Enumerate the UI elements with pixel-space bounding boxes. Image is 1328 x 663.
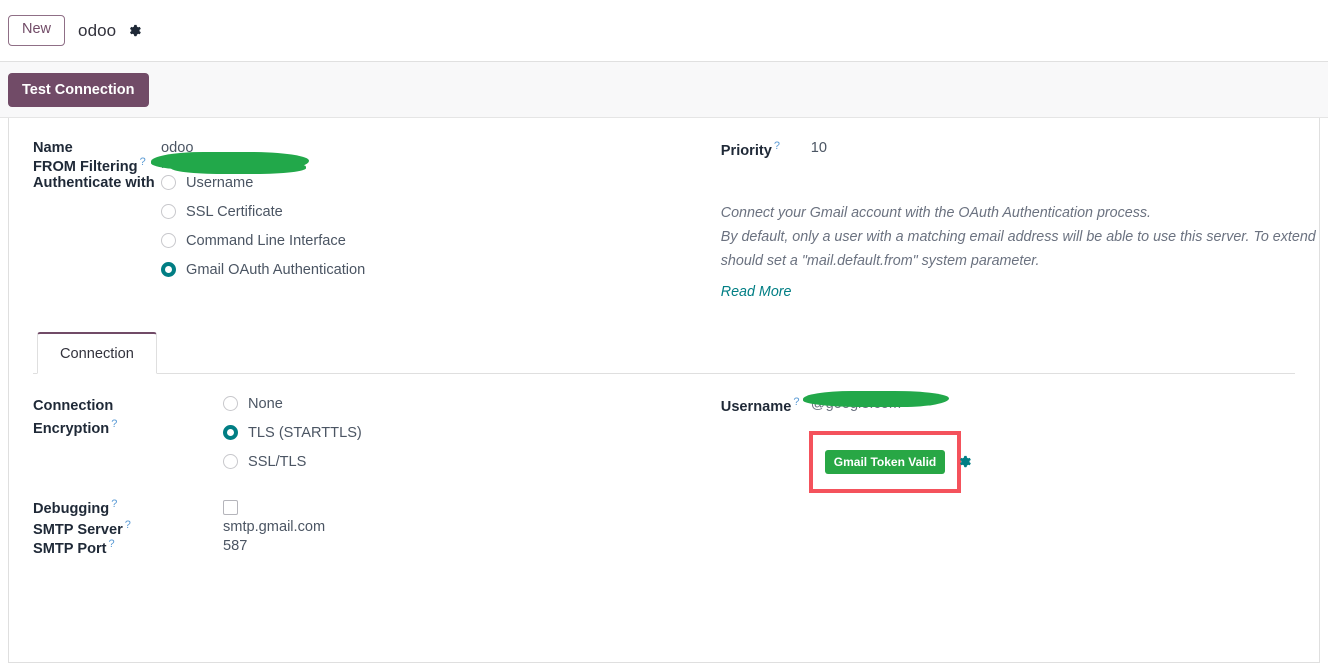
redacted-from-filtering: name@example.com	[151, 152, 309, 175]
field-row-smtp-port: SMTP Port? 587	[33, 538, 711, 557]
radio-label: None	[248, 395, 283, 412]
field-row-name: Name odoo	[33, 140, 711, 156]
radio-indicator-selected[interactable]	[223, 425, 238, 441]
control-panel: Test Connection	[0, 62, 1328, 118]
smtp-port-label: SMTP Port?	[33, 538, 161, 557]
radio-indicator[interactable]	[223, 454, 238, 470]
notebook-tabs: Connection	[33, 331, 1295, 374]
debugging-label-text: Debugging	[33, 500, 110, 517]
radio-encryption-ssl-tls[interactable]: SSL/TLS	[223, 454, 711, 470]
radio-indicator[interactable]	[161, 175, 176, 191]
radio-indicator[interactable]	[161, 204, 176, 220]
radio-ssl-certificate[interactable]: SSL Certificate	[161, 204, 711, 220]
from-filtering-label: FROM Filtering?	[33, 156, 161, 175]
oauth-help-text: Connect your Gmail account with the OAut…	[720, 201, 1320, 304]
connection-encryption-label-line2: Encryption	[33, 420, 110, 437]
priority-label-text: Priority	[720, 142, 772, 159]
help-icon[interactable]: ?	[125, 519, 131, 531]
test-connection-button[interactable]: Test Connection	[8, 72, 149, 107]
username-label: Username?	[721, 396, 811, 415]
debugging-value	[161, 470, 711, 519]
new-button[interactable]: New	[8, 15, 66, 46]
radio-username[interactable]: Username	[161, 175, 711, 191]
connection-group: Connection Encryption? None TLS (STARTTL…	[33, 391, 1295, 557]
radio-indicator[interactable]	[161, 233, 176, 249]
oauth-help-line-1: Connect your Gmail account with the OAut…	[720, 204, 1151, 221]
connection-right-column: Username? @google.com Gmail Token Valid	[721, 391, 1295, 557]
authenticate-with-options: Username SSL Certificate Command Line In…	[161, 175, 711, 278]
username-value[interactable]: @google.com	[802, 391, 1295, 415]
name-label: Name	[33, 140, 73, 156]
gear-icon[interactable]	[957, 454, 972, 469]
from-filtering-text: name@example.com	[161, 156, 300, 173]
username-label-text: Username	[720, 398, 792, 415]
radio-command-line-interface[interactable]: Command Line Interface	[161, 233, 711, 249]
help-icon[interactable]: ?	[793, 396, 799, 408]
radio-label: Command Line Interface	[186, 232, 346, 249]
radio-indicator-selected[interactable]	[161, 262, 176, 278]
encryption-radio-group: None TLS (STARTTLS) SSL/TLS	[223, 396, 711, 470]
radio-label: TLS (STARTTLS)	[248, 424, 362, 441]
oauth-help-line-3: should set a "mail.default.from" system …	[720, 252, 1040, 269]
auth-radio-group: Username SSL Certificate Command Line In…	[161, 175, 711, 278]
from-filtering-value[interactable]: name@example.com	[151, 152, 711, 175]
radio-label: SSL Certificate	[186, 203, 283, 220]
form-sheet: Name odoo FROM Filtering? name@example.c…	[8, 118, 1320, 663]
field-row-priority: Priority? 10	[721, 140, 1295, 159]
gmail-token-highlight-box: Gmail Token Valid	[808, 430, 971, 493]
tab-panel-connection: Connection Encryption? None TLS (STARTTL…	[33, 374, 1295, 557]
field-row-connection-encryption: Connection Encryption? None TLS (STARTTL…	[33, 396, 711, 470]
smtp-port-value[interactable]: 587	[161, 538, 711, 557]
field-row-authenticate-with: Authenticate with Username SSL Certifica…	[33, 175, 711, 278]
priority-label: Priority?	[721, 140, 811, 159]
form-top-group: Name odoo FROM Filtering? name@example.c…	[33, 140, 1320, 304]
help-icon[interactable]: ?	[111, 498, 117, 510]
smtp-server-label: SMTP Server?	[33, 519, 161, 538]
authenticate-with-label: Authenticate with	[33, 174, 155, 191]
field-row-username: Username? @google.com	[721, 391, 1295, 415]
field-row-debugging: Debugging?	[33, 470, 711, 519]
field-row-from-filtering: FROM Filtering? name@example.com	[33, 152, 711, 175]
debugging-label: Debugging?	[33, 470, 161, 519]
help-icon[interactable]: ?	[111, 418, 117, 430]
connection-encryption-label: Connection Encryption?	[33, 396, 161, 470]
debugging-checkbox[interactable]	[223, 499, 238, 515]
connection-encryption-label-line1: Connection	[33, 397, 114, 414]
breadcrumb-record-name: odoo	[78, 20, 117, 40]
form-left-column: Name odoo FROM Filtering? name@example.c…	[33, 140, 721, 304]
oauth-help-line-2: By default, only a user with a matching …	[720, 228, 1320, 245]
gear-icon[interactable]	[127, 23, 142, 38]
name-value[interactable]: odoo	[161, 140, 711, 156]
redacted-username: @google.com	[802, 391, 949, 413]
from-filtering-label-text: FROM Filtering	[33, 158, 138, 175]
username-text: @google.com	[810, 396, 902, 413]
field-row-smtp-server: SMTP Server? smtp.gmail.com	[33, 519, 711, 538]
smtp-port-label-text: SMTP Port	[33, 540, 107, 557]
read-more-link[interactable]: Read More	[721, 280, 792, 304]
help-icon[interactable]: ?	[140, 156, 146, 168]
help-icon[interactable]: ?	[774, 140, 780, 152]
connection-encryption-options: None TLS (STARTTLS) SSL/TLS	[161, 396, 711, 470]
help-icon[interactable]: ?	[109, 538, 115, 550]
priority-value[interactable]: 10	[811, 140, 1295, 159]
radio-label: Username	[186, 174, 254, 191]
connection-left-column: Connection Encryption? None TLS (STARTTL…	[33, 396, 721, 557]
smtp-server-label-text: SMTP Server	[33, 521, 123, 538]
breadcrumb-bar: New odoo	[0, 0, 1328, 62]
radio-label: SSL/TLS	[248, 453, 307, 470]
form-sheet-wrapper: Name odoo FROM Filtering? name@example.c…	[0, 118, 1328, 663]
radio-gmail-oauth-authentication[interactable]: Gmail OAuth Authentication	[161, 262, 711, 278]
gmail-token-valid-badge[interactable]: Gmail Token Valid	[824, 449, 946, 474]
smtp-server-value[interactable]: smtp.gmail.com	[161, 519, 711, 538]
radio-label: Gmail OAuth Authentication	[186, 261, 366, 278]
form-right-column: Priority? 10 Connect your Gmail account …	[720, 140, 1320, 304]
radio-indicator[interactable]	[223, 396, 238, 412]
radio-encryption-tls-starttls[interactable]: TLS (STARTTLS)	[223, 425, 711, 441]
tab-connection[interactable]: Connection	[37, 331, 157, 374]
radio-encryption-none[interactable]: None	[223, 396, 711, 412]
